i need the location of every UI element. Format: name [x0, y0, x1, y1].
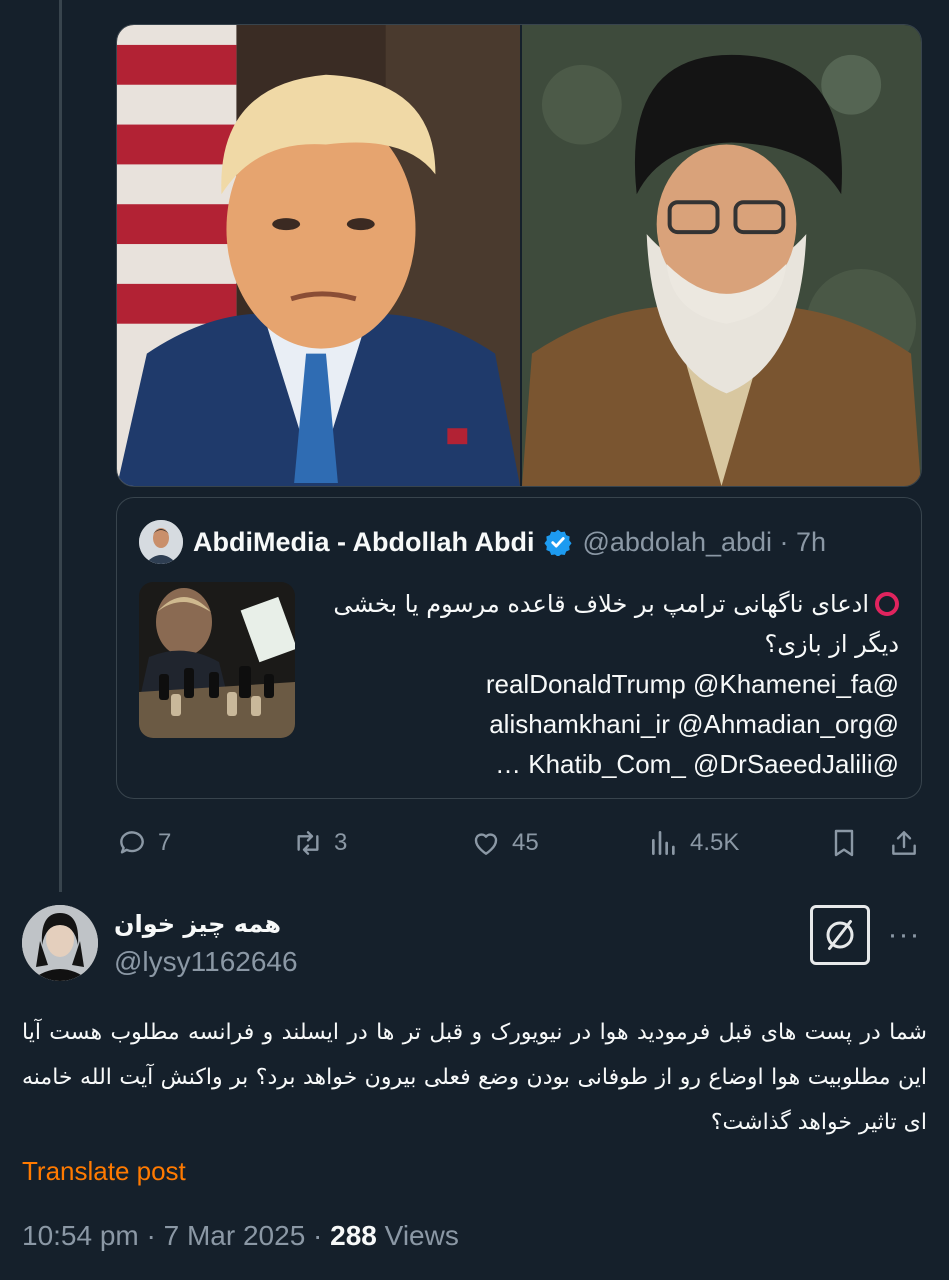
thread-line [59, 0, 62, 892]
tweet-views-label: Views [376, 1220, 459, 1251]
analytics-icon [652, 831, 675, 855]
quoted-mentions-line-1[interactable]: @realDonaldTrump @Khamenei_fa [313, 664, 899, 704]
tweet-action-bar: 7 3 45 4.5K [116, 820, 922, 866]
repost-icon [297, 831, 319, 855]
quoted-author-handle-time[interactable]: @abdolah_abdi · 7h [582, 527, 826, 558]
verified-badge-icon [544, 529, 573, 556]
grok-button[interactable] [810, 905, 870, 965]
reply-text: شما در پست های قبل فرمودید هوا در نیویور… [22, 1020, 927, 1135]
tweet-views-count: 288 [330, 1220, 377, 1251]
quoted-text-line-1: ادعای ناگهانی ترامپ بر خلاف قاعده مرسوم … [333, 590, 869, 618]
quoted-tweet-text: ادعای ناگهانی ترامپ بر خلاف قاعده مرسوم … [313, 584, 899, 784]
portrait-photo-left [117, 25, 520, 486]
share-button[interactable] [888, 820, 920, 866]
repost-count: 3 [334, 829, 348, 856]
reply-author-avatar[interactable] [22, 905, 98, 981]
quoted-tweet-card[interactable]: AbdiMedia - Abdollah Abdi @abdolah_abdi … [116, 497, 922, 799]
like-count: 45 [512, 829, 539, 856]
quoted-tweet-thumbnail[interactable] [139, 582, 295, 738]
quoted-author-name[interactable]: AbdiMedia - Abdollah Abdi [193, 527, 534, 558]
media-photo-left[interactable] [117, 25, 522, 486]
quoted-tweet-header: AbdiMedia - Abdollah Abdi @abdolah_abdi … [139, 520, 899, 564]
bookmark-icon [834, 829, 854, 857]
reply-author-name[interactable]: همه چیز خوان [114, 910, 281, 938]
reply-icon [120, 831, 144, 854]
reply-author-handle[interactable]: @lysy1162646 [114, 946, 298, 978]
translate-post-link[interactable]: Translate post [22, 1156, 186, 1187]
red-circle-icon [875, 592, 899, 616]
views-button[interactable]: 4.5K [648, 820, 739, 866]
more-options-icon[interactable]: ··· [884, 915, 924, 955]
quoted-text-line-2: دیگر از بازی؟ [764, 630, 899, 658]
reply-button[interactable]: 7 [116, 820, 171, 866]
quoted-mentions-line-3[interactable]: @Khatib_Com_ @DrSaeedJalili … [313, 744, 899, 784]
quoted-author-avatar[interactable] [139, 520, 183, 564]
like-button[interactable]: 45 [470, 820, 539, 866]
media-photo-right[interactable] [522, 25, 921, 486]
tweet-media-grid[interactable] [116, 24, 922, 487]
tweet-timestamp[interactable]: 10:54 pm · 7 Mar 2025 · [22, 1220, 330, 1251]
share-icon [892, 831, 916, 855]
grok-icon [826, 920, 854, 950]
quoted-mentions-line-2[interactable]: @alishamkhani_ir @Ahmadian_org [313, 704, 899, 744]
heart-icon [474, 833, 498, 855]
tweet-metadata: 10:54 pm · 7 Mar 2025 · 288 Views [22, 1220, 459, 1252]
repost-button[interactable]: 3 [292, 820, 347, 866]
reply-count: 7 [158, 829, 172, 856]
views-count: 4.5K [690, 829, 740, 856]
portrait-photo-right [522, 25, 921, 486]
bookmark-button[interactable] [828, 820, 860, 866]
